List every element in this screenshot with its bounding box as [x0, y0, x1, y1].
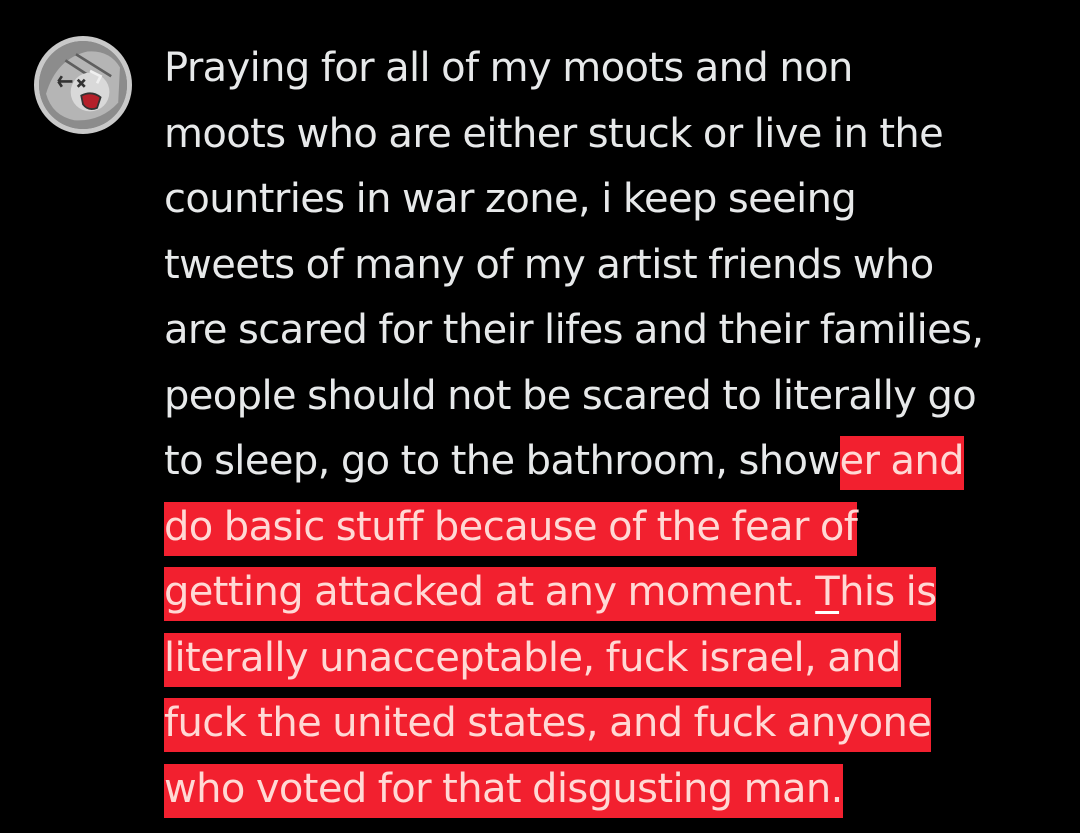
text-line: tweets of many of my artist friends who [164, 233, 1064, 299]
text-segment: his is [839, 569, 937, 615]
text-line: to sleep, go to the bathroom, shower and [164, 429, 1064, 495]
highlighted-text-selection[interactable]: who voted for that disgusting man. [164, 763, 843, 818]
text-segment: getting attacked at any moment. [164, 569, 816, 615]
highlighted-text-selection[interactable]: er and [839, 436, 965, 490]
text-cursor-character: T [815, 569, 840, 615]
cartoon-face-avatar-icon [39, 41, 127, 129]
text-line: moots who are either stuck or live in th… [164, 102, 1064, 168]
text-line: literally unacceptable, fuck israel, and [164, 626, 1064, 692]
text-segment: tweets of many of my artist friends who [164, 241, 934, 288]
text-line: fuck the united states, and fuck anyone [164, 691, 1064, 757]
text-segment: to sleep, go to the bathroom, show [164, 438, 840, 484]
text-line: who voted for that disgusting man. [164, 757, 1064, 823]
text-segment: moots who are either stuck or live in th… [164, 110, 944, 157]
text-line: people should not be scared to literally… [164, 364, 1064, 430]
user-avatar[interactable] [34, 36, 132, 134]
highlighted-text-selection[interactable]: do basic stuff because of the fear of [164, 501, 858, 556]
text-segment: are scared for their lifes and their fam… [164, 307, 984, 353]
highlighted-text-selection[interactable]: fuck the united states, and fuck anyone [164, 698, 932, 752]
post: Praying for all of my moots and non moot… [0, 0, 1080, 833]
post-text: Praying for all of my moots and non moot… [164, 36, 1064, 822]
text-line: countries in war zone, i keep seeing [164, 167, 1064, 233]
highlighted-text-selection[interactable]: literally unacceptable, fuck israel, and [164, 632, 901, 687]
text-line: getting attacked at any moment. This is [164, 560, 1064, 626]
text-segment: countries in war zone, i keep seeing [164, 176, 857, 222]
text-line: are scared for their lifes and their fam… [164, 298, 1064, 364]
highlighted-text-selection[interactable]: getting attacked at any moment. This is [164, 567, 937, 621]
text-line: do basic stuff because of the fear of [164, 495, 1064, 561]
text-segment: people should not be scared to literally… [164, 372, 977, 419]
text-segment: Praying for all of my moots and non [164, 45, 853, 91]
text-line: Praying for all of my moots and non [164, 36, 1064, 102]
